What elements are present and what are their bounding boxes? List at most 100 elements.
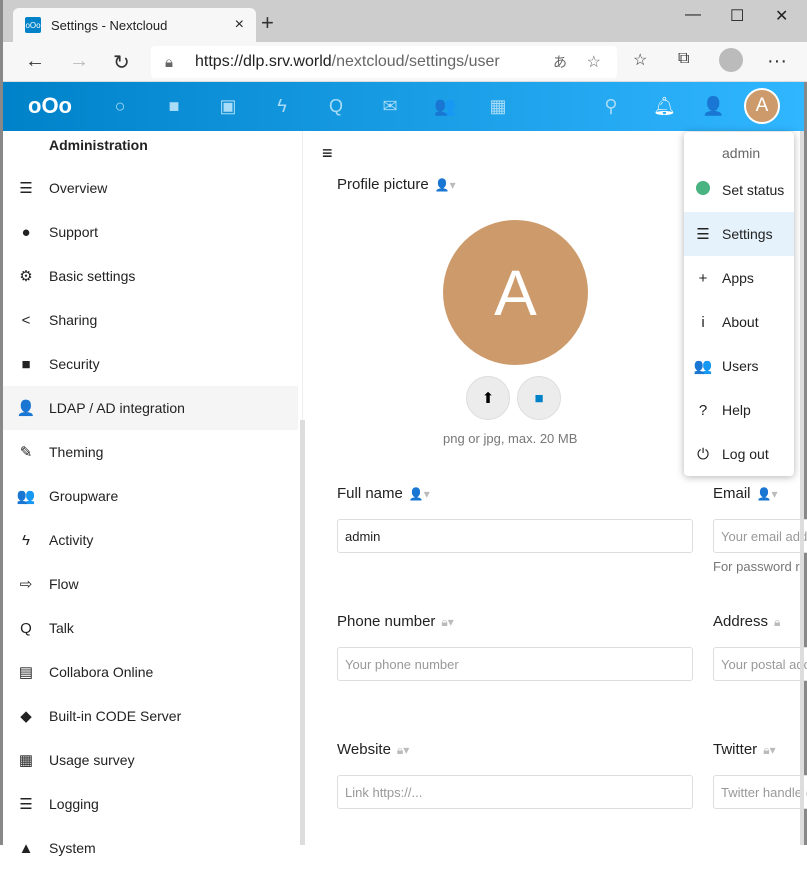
twitter-input[interactable]: Twitter handle @... (713, 775, 807, 809)
sidebar-item-basic-settings[interactable]: ⚙ Basic settings (3, 254, 298, 298)
collections-icon[interactable]: ⧉ (678, 50, 689, 68)
sidebar-item-overview[interactable]: ☰ Overview (3, 166, 298, 210)
status-dot-icon (684, 181, 722, 199)
menu-item-about[interactable]: i About (684, 300, 794, 344)
translate-icon[interactable]: あ (553, 52, 567, 72)
contacts-icon[interactable]: 👥 (434, 96, 456, 116)
visibility-icon[interactable]: 👤▾ (757, 487, 778, 501)
menu-item-settings[interactable]: ☰ Settings (684, 212, 794, 256)
power-icon: ⏻ (697, 445, 709, 463)
sidebar-item-label: Sharing (49, 312, 98, 328)
visibility-icon[interactable]: 👤▾ (409, 487, 430, 501)
notifications-icon[interactable]: 🔔︎ (653, 96, 676, 116)
search-icon[interactable]: ⚲ (601, 96, 621, 116)
nextcloud-header: oOo ○ ■ ▣ ϟ Q ✉ 👥 ▦ ⚲ 🔔︎ 👤 (3, 82, 804, 131)
maximize-icon[interactable]: ☐ (730, 6, 744, 26)
menu-item-help[interactable]: ? Help (684, 388, 794, 432)
sidebar-item-built-in-code-server[interactable]: ◆ Built-in CODE Server (3, 694, 298, 738)
lock-visibility-icon[interactable]: 🔒︎ (774, 615, 780, 629)
lock-visibility-icon[interactable]: 🔒︎▾ (763, 743, 775, 757)
avatar-hint: png or jpg, max. 20 MB (443, 431, 578, 446)
sidebar-item-label: Talk (49, 620, 74, 636)
menu-item-set-status[interactable]: Set status (684, 168, 794, 212)
sidebar-item-collabora-online[interactable]: ▤ Collabora Online (3, 650, 298, 694)
browser-tab-bar: oOo Settings - Nextcloud × + — ☐ ✕ (3, 0, 807, 42)
sidebar-item-groupware[interactable]: 👥 Groupware (3, 474, 298, 518)
calendar-icon[interactable]: ▦ (488, 96, 508, 116)
full-name-input[interactable]: admin (337, 519, 693, 553)
browser-tab[interactable]: oOo Settings - Nextcloud × (13, 8, 256, 42)
phone-label: Phone number (337, 613, 436, 630)
sidebar-item-label: Collabora Online (49, 664, 154, 680)
photos-icon[interactable]: ▣ (218, 96, 238, 116)
menu-item-label: Help (722, 402, 751, 418)
email-input[interactable]: Your email address (713, 519, 807, 553)
choose-from-files-button[interactable]: ■ (517, 376, 561, 420)
list-icon: ☰ (19, 180, 33, 197)
nextcloud-logo-icon[interactable]: oOo (19, 95, 81, 117)
user-avatar-button[interactable]: A (744, 88, 780, 124)
favorites-icon[interactable]: ☆ (633, 50, 647, 70)
new-tab-icon[interactable]: + (261, 10, 274, 36)
twitter-label: Twitter (713, 741, 758, 758)
upload-avatar-button[interactable]: ⬆ (466, 376, 510, 420)
more-icon[interactable]: ··· (767, 50, 787, 73)
sidebar-item-activity[interactable]: ϟ Activity (3, 518, 298, 562)
system-icon: ▲ (18, 839, 34, 857)
dashboard-icon[interactable]: ○ (110, 96, 130, 116)
visibility-icon[interactable]: 👤▾ (435, 178, 456, 192)
lock-icon: ■ (21, 355, 31, 373)
full-name-label: Full name (337, 485, 403, 502)
minimize-icon[interactable]: — (685, 6, 701, 24)
address-input[interactable]: Your postal address (713, 647, 807, 681)
close-window-icon[interactable]: ✕ (775, 6, 788, 26)
url-input[interactable]: 🔒︎ https://dlp.srv.world/nextcloud/setti… (151, 46, 617, 78)
files-icon[interactable]: ■ (164, 96, 184, 116)
flow-icon: ⇨ (19, 576, 33, 593)
sidebar-item-ldap-ad-integration[interactable]: 👤 LDAP / AD integration (3, 386, 298, 430)
address-label: Address (713, 613, 769, 630)
menu-toggle-icon[interactable]: ≡ (322, 143, 333, 164)
forward-icon[interactable]: → (69, 50, 89, 73)
user-menu-dropdown: admin Set status ☰ Settings + Apps i About 👥 Use… (684, 132, 794, 476)
contacts-menu-icon[interactable]: 👤 (702, 96, 724, 116)
menu-item-label: Log out (722, 446, 769, 462)
page-scrollbar[interactable] (800, 131, 804, 845)
sidebar-item-talk[interactable]: Q Talk (3, 606, 298, 650)
activity-icon[interactable]: ϟ (272, 96, 292, 116)
sidebar-item-usage-survey[interactable]: ▦ Usage survey (3, 738, 298, 782)
sidebar-item-system[interactable]: ▲ System (3, 826, 298, 870)
menu-username: admin (722, 145, 761, 161)
sidebar-scrollbar[interactable] (300, 420, 305, 845)
sidebar-item-theming[interactable]: ✎ Theming (3, 430, 298, 474)
sidebar-item-label: Overview (49, 180, 108, 196)
favorite-star-icon[interactable]: ☆ (587, 52, 601, 72)
sidebar-item-sharing[interactable]: < Sharing (3, 298, 298, 342)
phone-input[interactable]: Your phone number (337, 647, 693, 681)
talk-icon[interactable]: Q (326, 96, 346, 116)
sidebar-item-support[interactable]: ● Support (3, 210, 298, 254)
website-input[interactable]: Link https://... (337, 775, 693, 809)
document-icon: ▤ (18, 664, 34, 681)
folder-icon: ■ (534, 389, 544, 407)
lock-visibility-icon[interactable]: 🔒︎▾ (441, 615, 453, 629)
mail-icon[interactable]: ✉ (380, 96, 400, 116)
sidebar-item-label: Flow (49, 576, 79, 592)
sidebar-item-flow[interactable]: ⇨ Flow (3, 562, 298, 606)
refresh-icon[interactable]: ↻ (113, 50, 130, 75)
back-icon[interactable]: ← (25, 50, 45, 73)
close-tab-icon[interactable]: × (235, 16, 244, 34)
sidebar-item-label: LDAP / AD integration (49, 400, 185, 416)
menu-item-log-out[interactable]: ⏻ Log out (684, 432, 794, 476)
menu-item-label: About (722, 314, 759, 330)
upload-icon: ⬆ (481, 390, 495, 407)
lock-visibility-icon[interactable]: 🔒︎▾ (397, 743, 409, 757)
menu-item-users[interactable]: 👥 Users (684, 344, 794, 388)
menu-item-apps[interactable]: + Apps (684, 256, 794, 300)
menu-item-label: Set status (722, 182, 785, 198)
sidebar-item-logging[interactable]: ☰ Logging (3, 782, 298, 826)
sidebar-item-security[interactable]: ■ Security (3, 342, 298, 386)
users-icon: 👥 (16, 488, 36, 505)
profile-icon[interactable] (719, 48, 743, 72)
list-icon: ☰ (19, 796, 33, 813)
